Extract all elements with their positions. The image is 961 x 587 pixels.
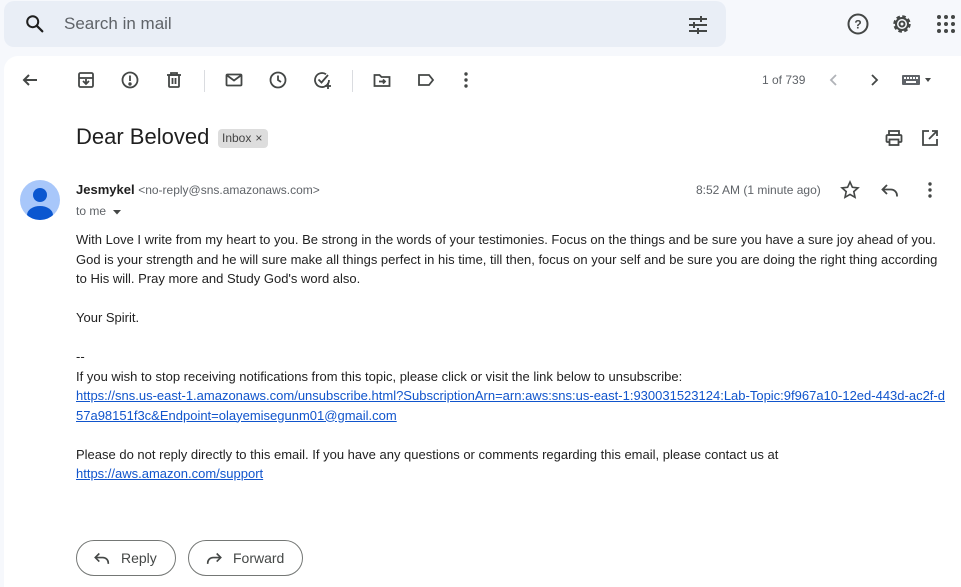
message-view: 1 of 739 Dear Beloved Inbox × Jesmykel <n… <box>4 56 961 587</box>
unsubscribe-link[interactable]: https://sns.us-east-1.amazonaws.com/unsu… <box>76 388 945 423</box>
delete-trash-icon[interactable] <box>164 70 184 90</box>
noreply-text: Please do not reply directly to this ema… <box>76 446 779 462</box>
move-to-folder-icon[interactable] <box>372 70 392 90</box>
message-count: 1 of 739 <box>762 73 806 87</box>
message-time: 8:52 AM (1 minute ago) <box>696 183 821 197</box>
reply-icon <box>94 552 110 564</box>
message-body: With Love I write from my heart to you. … <box>76 230 946 484</box>
inbox-label-chip[interactable]: Inbox × <box>218 129 269 148</box>
more-options-icon[interactable] <box>456 70 476 90</box>
body-signoff: Your Spirit. <box>76 310 140 325</box>
sender-email: <no-reply@sns.amazonaws.com> <box>138 183 320 197</box>
report-spam-icon[interactable] <box>120 70 140 90</box>
settings-gear-icon[interactable] <box>890 12 914 36</box>
forward-icon <box>206 552 222 564</box>
recipients-label: to me <box>76 204 107 218</box>
help-icon[interactable]: ? <box>846 12 870 36</box>
reply-button[interactable]: Reply <box>76 540 176 576</box>
body-paragraph: With Love I write from my heart to you. … <box>76 232 938 286</box>
unsubscribe-text: If you wish to stop receiving notificati… <box>76 368 683 384</box>
add-task-icon[interactable] <box>312 70 332 90</box>
caret-down-icon[interactable] <box>109 204 122 218</box>
search-icon[interactable] <box>24 13 46 35</box>
search-options-icon[interactable] <box>686 13 710 37</box>
email-subject: Dear Beloved <box>76 124 210 149</box>
label-chip-text: Inbox <box>222 131 252 145</box>
reply-arrow-icon[interactable] <box>880 180 900 200</box>
open-new-window-icon[interactable] <box>920 128 940 148</box>
sender-avatar[interactable] <box>20 180 60 220</box>
star-icon[interactable] <box>840 180 860 200</box>
recipients-toggle[interactable]: to me <box>76 204 122 218</box>
body-separator: -- <box>76 349 85 364</box>
sender-name[interactable]: Jesmykel <box>76 182 135 197</box>
print-icon[interactable] <box>884 128 904 148</box>
back-arrow-icon[interactable] <box>20 70 40 90</box>
input-tools-keyboard-icon[interactable] <box>901 70 937 90</box>
apps-grid-icon[interactable] <box>934 12 958 36</box>
snooze-clock-icon[interactable] <box>268 70 288 90</box>
svg-text:?: ? <box>854 18 861 32</box>
older-chevron-right-icon[interactable] <box>864 70 884 90</box>
search-input[interactable] <box>64 11 644 37</box>
sender-line: Jesmykel <no-reply@sns.amazonaws.com> <box>76 182 320 197</box>
newer-chevron-left-icon[interactable] <box>824 70 844 90</box>
remove-label-icon[interactable]: × <box>255 131 262 145</box>
forward-button-label: Forward <box>233 550 285 566</box>
toolbar-divider <box>352 70 353 92</box>
mark-unread-mail-icon[interactable] <box>224 70 244 90</box>
label-tag-icon[interactable] <box>416 70 436 90</box>
message-more-icon[interactable] <box>920 180 940 200</box>
forward-button[interactable]: Forward <box>188 540 304 576</box>
search-bar <box>4 1 726 47</box>
reply-button-label: Reply <box>121 550 157 566</box>
top-bar: ? <box>0 0 961 52</box>
archive-icon[interactable] <box>76 70 96 90</box>
support-link[interactable]: https://aws.amazon.com/support <box>76 466 263 481</box>
toolbar-divider <box>204 70 205 92</box>
